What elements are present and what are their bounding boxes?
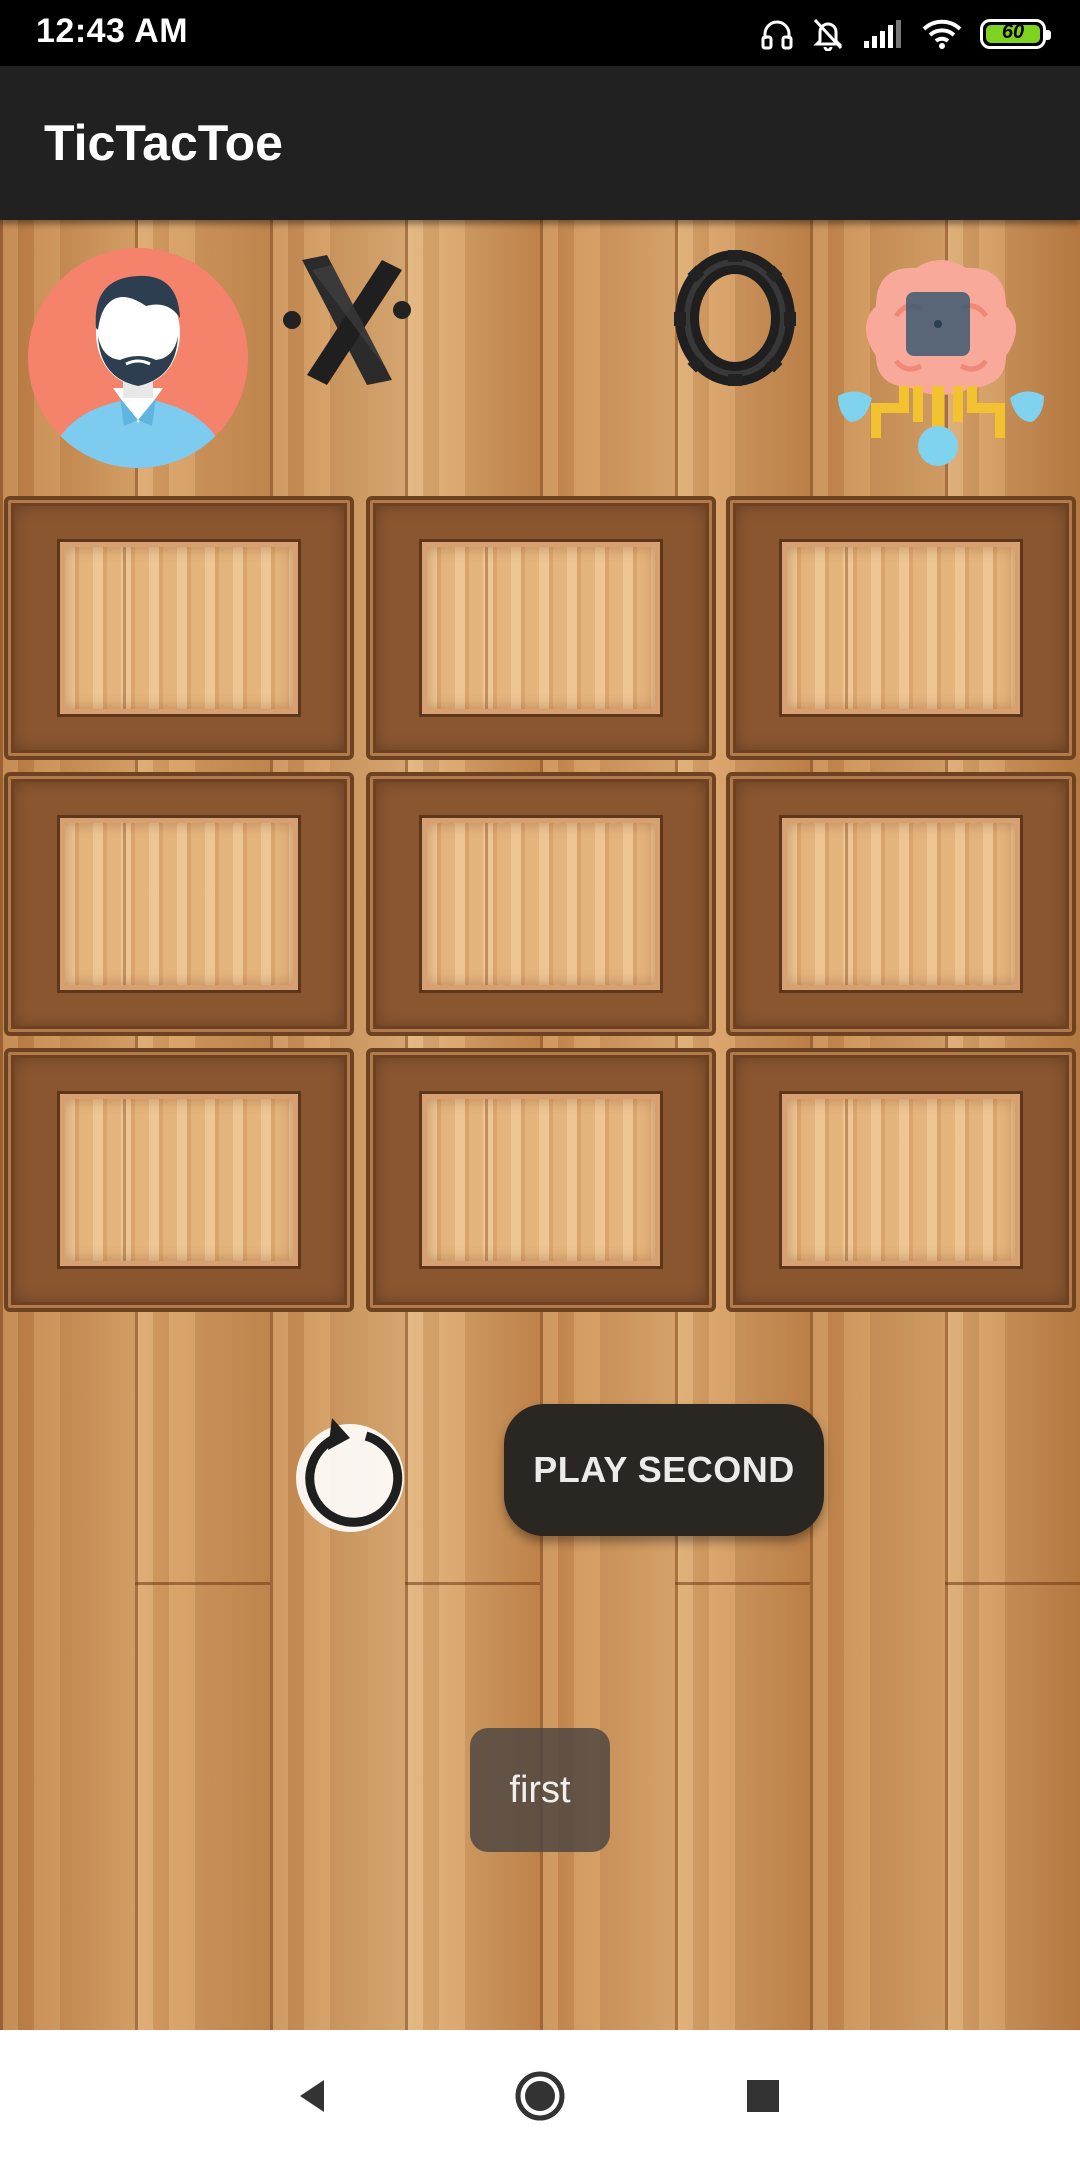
toast-message: first bbox=[470, 1728, 610, 1852]
board-cell-7[interactable] bbox=[4, 1048, 354, 1312]
back-icon bbox=[300, 2080, 324, 2112]
recents-button[interactable] bbox=[733, 2066, 793, 2126]
cell-panel bbox=[419, 1091, 663, 1269]
plank-seam bbox=[405, 1582, 540, 1585]
cell-panel bbox=[779, 1091, 1023, 1269]
battery-level: 60 bbox=[1001, 21, 1025, 43]
cell-panel bbox=[57, 1091, 301, 1269]
home-icon bbox=[515, 2071, 565, 2121]
ai-brain-icon bbox=[836, 246, 1046, 472]
o-player-symbol bbox=[660, 240, 810, 400]
game-board bbox=[4, 496, 1080, 1316]
home-button[interactable] bbox=[510, 2066, 570, 2126]
person-avatar-icon bbox=[28, 248, 248, 468]
app-title: TicTacToe bbox=[44, 115, 283, 171]
restart-button[interactable] bbox=[288, 1408, 412, 1538]
cell-panel bbox=[57, 539, 301, 717]
recents-icon bbox=[747, 2080, 779, 2112]
battery-tip bbox=[1046, 30, 1051, 40]
app-screen: 12:43 AM 60 TicTacToe PLAY SECOND first bbox=[0, 0, 1080, 2160]
signal-icon bbox=[862, 19, 904, 49]
play-second-button[interactable]: PLAY SECOND bbox=[504, 1404, 824, 1536]
board-cell-6[interactable] bbox=[726, 772, 1076, 1036]
board-cell-4[interactable] bbox=[4, 772, 354, 1036]
plank-seam bbox=[675, 1582, 810, 1585]
cell-panel bbox=[419, 815, 663, 993]
app-bar: TicTacToe bbox=[0, 66, 1080, 220]
cell-panel bbox=[419, 539, 663, 717]
plank-seam bbox=[945, 1582, 1080, 1585]
headphones-icon bbox=[760, 17, 794, 51]
plank-seam bbox=[135, 1582, 270, 1585]
battery-icon: 60 bbox=[980, 19, 1051, 49]
navigation-bar bbox=[0, 2030, 1080, 2160]
x-player-symbol bbox=[272, 240, 422, 400]
restart-icon bbox=[296, 1418, 404, 1532]
cell-panel bbox=[57, 815, 301, 993]
status-time: 12:43 AM bbox=[36, 12, 189, 50]
board-cell-1[interactable] bbox=[4, 496, 354, 760]
status-bar: 12:43 AM 60 bbox=[0, 0, 1080, 66]
board-cell-3[interactable] bbox=[726, 496, 1076, 760]
board-cell-2[interactable] bbox=[366, 496, 716, 760]
bell-off-icon bbox=[812, 17, 844, 51]
cell-panel bbox=[779, 539, 1023, 717]
board-cell-8[interactable] bbox=[366, 1048, 716, 1312]
board-cell-5[interactable] bbox=[366, 772, 716, 1036]
board-cell-9[interactable] bbox=[726, 1048, 1076, 1312]
back-button[interactable] bbox=[282, 2066, 342, 2126]
status-icons: 60 bbox=[760, 14, 1051, 54]
wifi-icon bbox=[922, 18, 962, 50]
cell-panel bbox=[779, 815, 1023, 993]
